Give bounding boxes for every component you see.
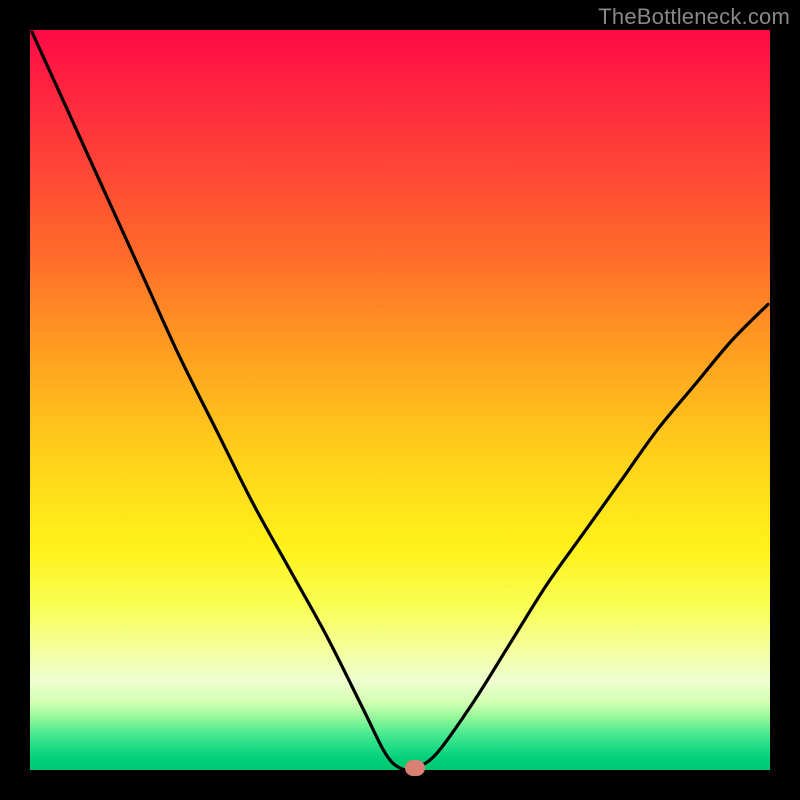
optimal-point-marker xyxy=(405,760,425,776)
bottleneck-curve xyxy=(30,30,770,770)
plot-area xyxy=(30,30,770,770)
watermark-text: TheBottleneck.com xyxy=(598,4,790,30)
chart-frame: TheBottleneck.com xyxy=(0,0,800,800)
